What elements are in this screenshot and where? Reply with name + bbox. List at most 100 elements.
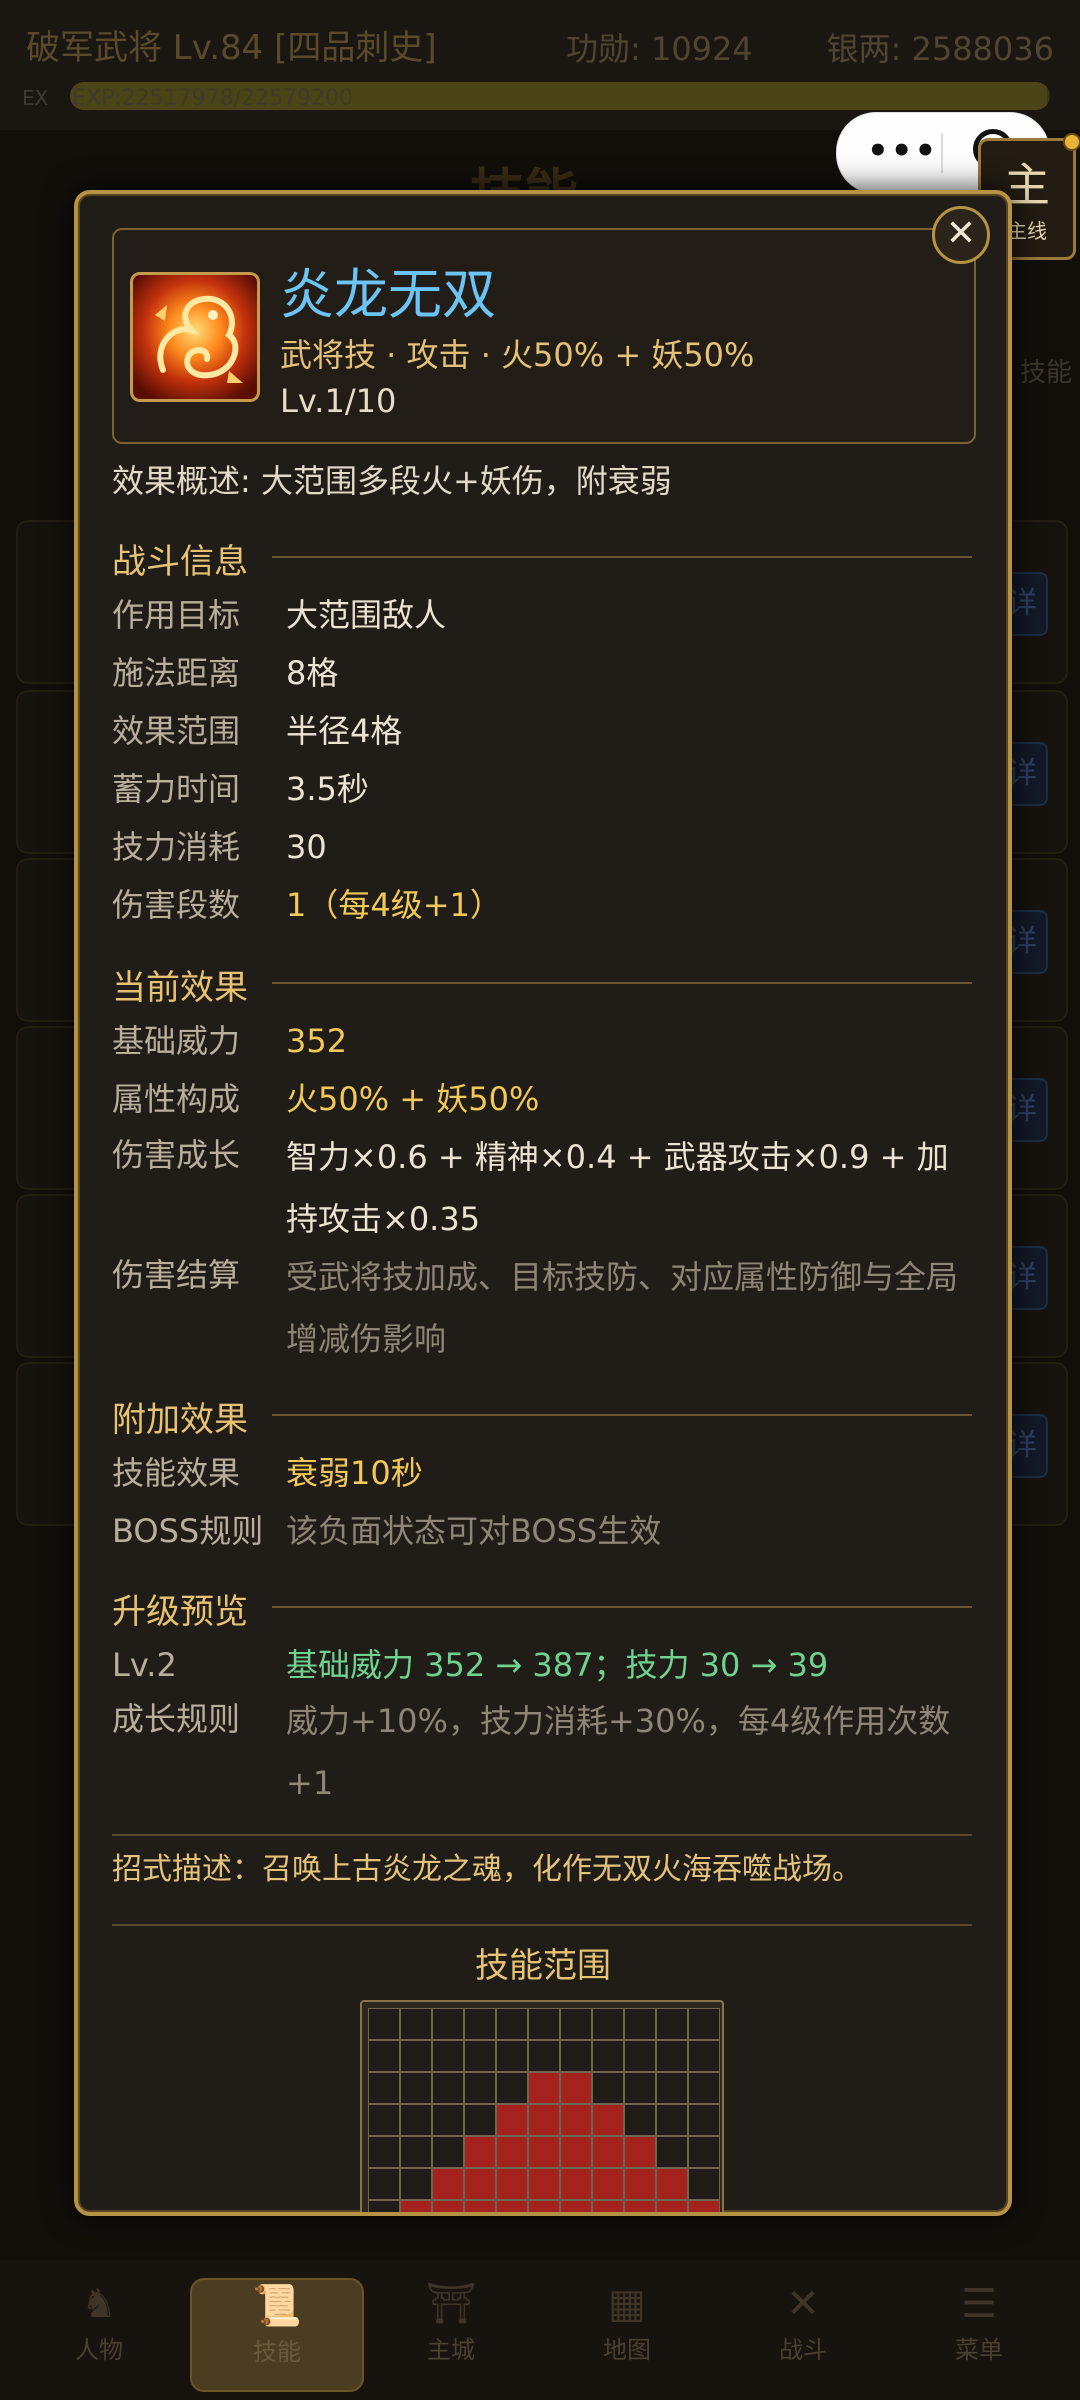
section-divider (112, 1924, 972, 1926)
section-divider (112, 1834, 972, 1836)
range-cell (624, 2008, 656, 2040)
range-cell (400, 2104, 432, 2136)
range-cell-active (624, 2168, 656, 2200)
skill-level: Lv.1/10 (280, 382, 397, 420)
skill-description: 招式描述：召唤上古炎龙之魂，化作无双火海吞噬战场。 (112, 1852, 862, 1887)
info-label: 伤害成长 (112, 1136, 241, 1174)
range-cell (464, 2040, 496, 2072)
silver-counter: 银两: 2588036 (826, 30, 1054, 68)
nav-item-skills[interactable]: 📜 技能 (190, 2278, 364, 2392)
character-icon: ♞ (81, 2281, 117, 2327)
info-value: 352 (286, 1022, 348, 1060)
info-label: 施法距离 (112, 654, 241, 692)
range-cell-active (688, 2200, 720, 2212)
range-cell-active (496, 2168, 528, 2200)
range-cell (400, 2136, 432, 2168)
info-label: 成长规则 (112, 1700, 241, 1738)
range-cell-active (464, 2200, 496, 2212)
range-cell (368, 2008, 400, 2040)
range-cell (624, 2040, 656, 2072)
section-title-upgrade-preview: 升级预览 (112, 1592, 248, 1632)
info-label: 效果范围 (112, 712, 241, 750)
range-cell (560, 2008, 592, 2040)
range-cell (624, 2072, 656, 2104)
range-cell (368, 2072, 400, 2104)
merit-counter: 功勋: 10924 (566, 30, 753, 68)
range-cell (400, 2072, 432, 2104)
more-dots-icon[interactable]: ••• (867, 131, 938, 171)
range-cell-active (528, 2104, 560, 2136)
close-icon[interactable]: ✕ (932, 206, 990, 264)
range-cell (368, 2200, 400, 2212)
effect-summary-text: 大范围多段火+妖伤，附衰弱 (260, 462, 672, 500)
range-cell (656, 2040, 688, 2072)
nav-label: 人物 (75, 2336, 123, 2364)
nav-item-battle[interactable]: ✕ 战斗 (718, 2278, 888, 2388)
range-cell-active (624, 2136, 656, 2168)
range-cell-active (560, 2136, 592, 2168)
effect-summary: 效果概述: 大范围多段火+妖伤，附衰弱 (112, 456, 672, 502)
range-cell-active (560, 2072, 592, 2104)
range-cell-active (624, 2200, 656, 2212)
section-title-combat-info: 战斗信息 (112, 542, 248, 582)
range-cell (368, 2040, 400, 2072)
range-cell (464, 2072, 496, 2104)
range-cell (368, 2136, 400, 2168)
range-cell-active (528, 2072, 560, 2104)
map-icon: ▦ (608, 2281, 646, 2327)
range-cell-active (656, 2168, 688, 2200)
range-cell (688, 2136, 720, 2168)
range-cell (432, 2040, 464, 2072)
section-divider (272, 1414, 972, 1416)
effect-summary-label: 效果概述: (112, 462, 251, 500)
info-label: BOSS规则 (112, 1512, 264, 1550)
nav-label: 地图 (603, 2336, 651, 2364)
range-cell (656, 2072, 688, 2104)
range-cell (560, 2040, 592, 2072)
range-cell-active (464, 2136, 496, 2168)
skill-tags: 武将技 · 攻击 · 火50% + 妖50% (280, 336, 755, 374)
nav-item-city[interactable]: ⛩ 主城 (366, 2278, 536, 2388)
range-cell (400, 2168, 432, 2200)
skill-header-card: 炎龙无双 武将技 · 攻击 · 火50% + 妖50% Lv.1/10 (112, 228, 976, 444)
info-label: 作用目标 (112, 596, 241, 634)
range-cell-active (656, 2200, 688, 2212)
info-label: Lv.2 (112, 1646, 177, 1684)
section-title-current-effect: 当前效果 (112, 968, 248, 1008)
section-divider (272, 1606, 972, 1608)
info-value: 智力×0.6 + 精神×0.4 + 武器攻击×0.9 + 加持攻击×0.35 (286, 1138, 949, 1238)
range-cell (592, 2040, 624, 2072)
range-cell (592, 2072, 624, 2104)
range-cell-active (496, 2104, 528, 2136)
skill-name: 炎龙无双 (280, 263, 496, 326)
nav-item-map[interactable]: ▦ 地图 (542, 2278, 712, 2388)
nav-item-character[interactable]: ♞ 人物 (14, 2278, 184, 2388)
range-cell (432, 2072, 464, 2104)
range-cell (528, 2008, 560, 2040)
info-label: 伤害段数 (112, 886, 241, 924)
range-cell (688, 2040, 720, 2072)
skill-detail-modal: 炎龙无双 武将技 · 攻击 · 火50% + 妖50% Lv.1/10 效果概述… (74, 190, 1012, 2216)
nav-item-menu[interactable]: ☰ 菜单 (894, 2278, 1064, 2388)
info-value: 8格 (286, 654, 339, 692)
range-cell (688, 2008, 720, 2040)
info-label: 属性构成 (112, 1080, 241, 1118)
range-cell-active (496, 2136, 528, 2168)
nav-label: 战斗 (779, 2336, 827, 2364)
info-value: 威力+10%，技力消耗+30%，每4级作用次数+1 (286, 1702, 951, 1802)
range-cell-active (432, 2168, 464, 2200)
range-cell-active (528, 2168, 560, 2200)
range-cell (432, 2136, 464, 2168)
capsule-divider (941, 133, 943, 173)
exp-text: EXP:22517978/22579200 (72, 86, 354, 111)
range-cell (400, 2040, 432, 2072)
range-cell (592, 2008, 624, 2040)
range-cell (400, 2008, 432, 2040)
range-cell (656, 2008, 688, 2040)
exp-prefix: EX (22, 86, 49, 110)
skills-tab[interactable]: 技能 (1020, 352, 1080, 402)
bottom-navigation: ♞ 人物 📜 技能 ⛩ 主城 ▦ 地图 ✕ 战斗 ☰ 菜单 (0, 2260, 1080, 2400)
range-cell-active (496, 2200, 528, 2212)
range-cell (688, 2104, 720, 2136)
info-label: 基础威力 (112, 1022, 241, 1060)
